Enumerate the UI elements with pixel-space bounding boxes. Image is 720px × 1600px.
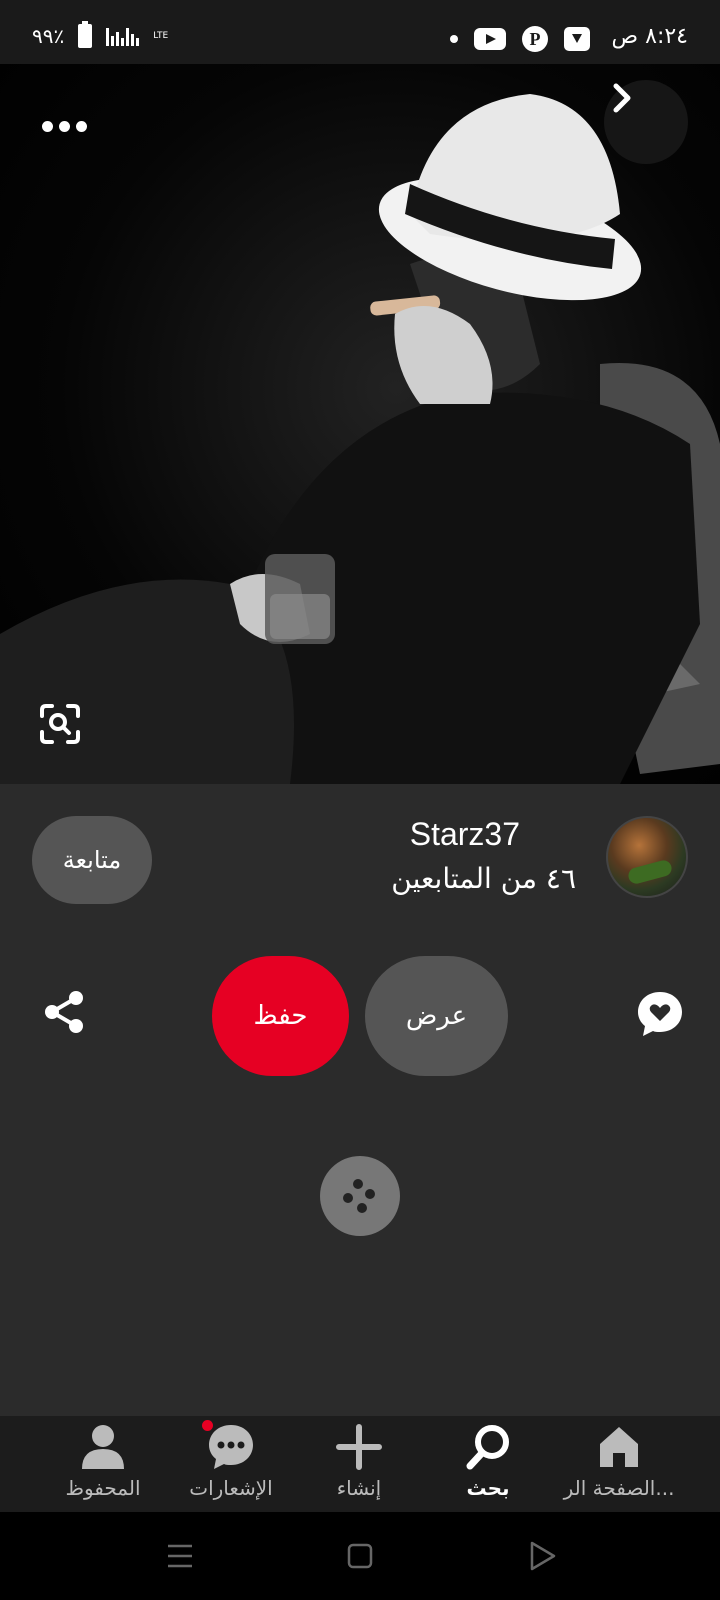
search-icon [466,1425,509,1470]
youtube-icon [474,28,506,50]
chevron-right-button[interactable] [604,80,688,164]
more-icon [41,120,53,132]
person-icon [82,1425,124,1469]
nav-notifications-label: الإشعارات [189,1476,273,1500]
dots-icon [343,1179,375,1213]
nav-search[interactable]: بحث [423,1416,553,1512]
recent-apps-icon[interactable] [162,1538,198,1574]
more-options-button[interactable] [36,112,92,140]
back-icon[interactable] [524,1538,560,1574]
home-button-icon[interactable] [342,1538,378,1574]
notification-icons: P [450,26,590,52]
plus-icon [336,1424,382,1470]
comment-button[interactable] [634,988,686,1040]
share-button[interactable] [40,988,88,1036]
more-ideas-button[interactable] [320,1156,400,1236]
save-button[interactable]: حفظ [212,956,349,1076]
pin-image[interactable] [0,64,720,784]
chat-bubble-icon [209,1425,253,1469]
follow-button[interactable]: متابعة [32,816,152,904]
signal-icon [106,26,140,46]
notification-badge [202,1420,213,1431]
nav-saved-label: المحفوظ [65,1476,141,1500]
nav-home[interactable]: الصفحة الر... [554,1416,684,1512]
clock: ٨:٢٤ ص [611,24,688,49]
battery-icon [78,21,93,48]
chevron-right-icon [613,83,631,113]
nav-home-label: الصفحة الر... [563,1476,675,1500]
visual-search-button[interactable] [36,700,84,748]
comment-heart-icon [638,992,682,1036]
nav-create[interactable]: إنشاء [294,1416,424,1512]
nav-create-label: إنشاء [336,1476,382,1500]
share-icon [45,991,83,1033]
pin-photo [0,94,720,784]
visual-search-icon [40,704,80,744]
bottom-nav: الصفحة الر... بحث إنشاء الإشعارات المحفو… [0,1416,720,1512]
network-type: LTE [153,30,169,41]
dot-icon [450,35,458,43]
view-button[interactable]: عرض [365,956,508,1076]
status-bar: ٩٩٪ LTE P ٨:٢٤ ص [0,0,720,64]
battery-percent: ٩٩٪ [32,24,65,48]
action-row: حفظ عرض [0,954,720,1076]
nav-saved[interactable]: المحفوظ [38,1416,168,1512]
system-nav [0,1512,720,1600]
status-left: ٩٩٪ LTE [32,21,169,48]
nav-notifications[interactable]: الإشعارات [166,1416,296,1512]
download-icon [564,27,590,51]
creator-avatar[interactable] [606,816,688,898]
creator-row: Starz37 ٤٦ من المتابعين متابعة [0,784,720,924]
creator-name[interactable]: Starz37 [410,816,520,853]
home-icon [600,1427,638,1467]
nav-search-label: بحث [466,1476,510,1500]
follower-count: ٤٦ من المتابعين [391,862,576,895]
pinterest-icon: P [522,26,548,52]
